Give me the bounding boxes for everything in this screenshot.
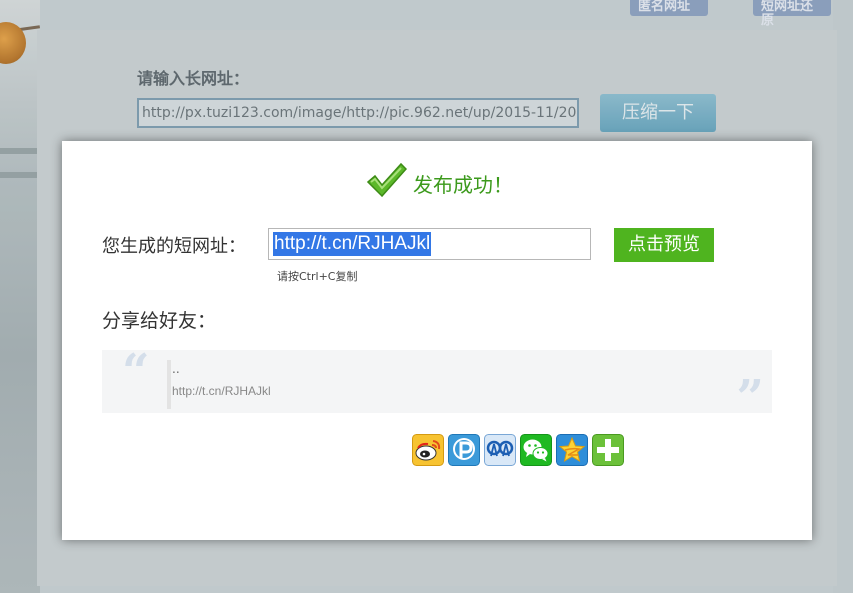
pengyou-icon[interactable]	[448, 434, 480, 466]
checkmark-icon	[366, 162, 407, 198]
close-quote-icon: ”	[736, 370, 764, 426]
short-url-field[interactable]: http://t.cn/RJHAJkl	[268, 228, 591, 260]
weibo-icon[interactable]	[412, 434, 444, 466]
wechat-icon[interactable]	[520, 434, 552, 466]
success-dialog: 发布成功！ 您生成的短网址： http://t.cn/RJHAJkl 请按Ctr…	[62, 141, 812, 540]
quote-url: http://t.cn/RJHAJkl	[172, 384, 271, 398]
copy-hint: 请按Ctrl+C复制	[277, 270, 358, 283]
quote-divider	[167, 360, 171, 409]
preview-button[interactable]: 点击预览	[614, 228, 714, 262]
open-quote-icon: “	[122, 344, 150, 400]
short-url-label: 您生成的短网址：	[102, 236, 246, 257]
more-icon[interactable]	[592, 434, 624, 466]
share-label: 分享给好友：	[102, 310, 217, 332]
share-quote-box: “ .. http://t.cn/RJHAJkl ”	[102, 344, 772, 422]
success-message: 发布成功！	[413, 173, 513, 197]
short-url-value[interactable]: http://t.cn/RJHAJkl	[273, 232, 432, 256]
quote-line-1: ..	[172, 362, 180, 376]
qzone-icon[interactable]	[556, 434, 588, 466]
renren-icon[interactable]	[484, 434, 516, 466]
